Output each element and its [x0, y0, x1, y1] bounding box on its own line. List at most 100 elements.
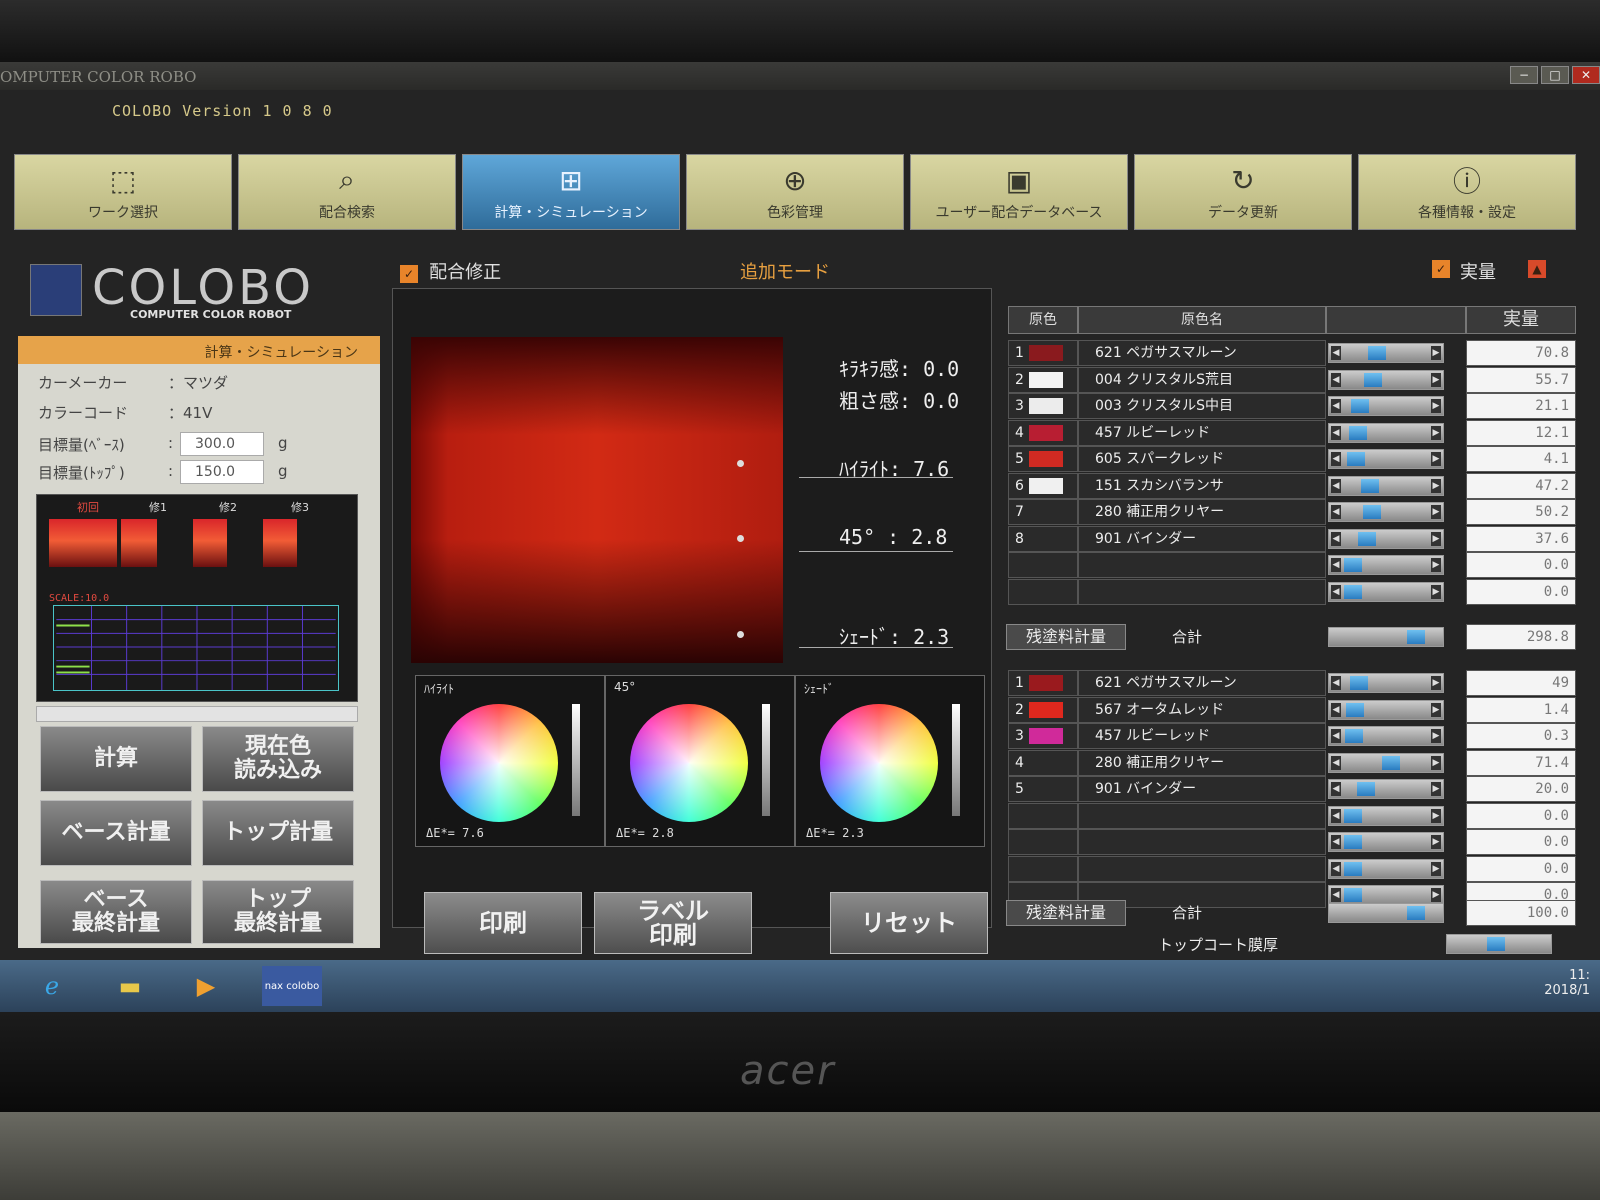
table-row[interactable]: ◀ ▶ 0.0: [1008, 829, 1576, 855]
slider-thumb[interactable]: [1344, 584, 1363, 599]
table-row[interactable]: 7 280 補正用クリヤー ◀ ▶ 50.2: [1008, 499, 1576, 525]
slider-left-arrow[interactable]: ◀: [1331, 558, 1341, 572]
slider-right-arrow[interactable]: ▶: [1431, 729, 1441, 743]
print-button[interactable]: 印刷: [424, 892, 582, 954]
top-final-weigh-button[interactable]: トップ 最終計量: [202, 880, 354, 944]
slider-right-arrow[interactable]: ▶: [1431, 505, 1441, 519]
amount-slider[interactable]: ◀ ▶: [1328, 699, 1444, 720]
remaining-paint-weigh-button[interactable]: 残塗料計量: [1006, 624, 1126, 650]
slider-left-arrow[interactable]: ◀: [1331, 702, 1341, 717]
close-button[interactable]: ✕: [1572, 66, 1600, 84]
folder-icon[interactable]: ▬: [110, 966, 150, 1006]
topcoat-thickness-slider[interactable]: [1446, 934, 1552, 954]
top-weigh-button[interactable]: トップ計量: [202, 800, 354, 866]
table-row[interactable]: 3 457 ルビーレッド ◀ ▶ 0.3: [1008, 723, 1576, 749]
slider-right-arrow[interactable]: ▶: [1431, 755, 1441, 770]
table-row[interactable]: 8 901 バインダー ◀ ▶ 37.6: [1008, 525, 1576, 552]
slider-right-arrow[interactable]: ▶: [1431, 782, 1441, 796]
slider-left-arrow[interactable]: ◀: [1331, 808, 1341, 823]
slider-right-arrow[interactable]: ▶: [1431, 346, 1441, 360]
amount-slider[interactable]: ◀ ▶: [1328, 422, 1444, 443]
slider-thumb[interactable]: [1357, 782, 1375, 796]
slider-right-arrow[interactable]: ▶: [1431, 702, 1441, 717]
table-row[interactable]: ◀ ▶ 0.0: [1008, 855, 1576, 882]
amount-slider[interactable]: ◀ ▶: [1328, 475, 1444, 496]
table-row[interactable]: 4 280 補正用クリヤー ◀ ▶ 71.4: [1008, 749, 1576, 776]
slider-thumb[interactable]: [1407, 630, 1425, 644]
slider-left-arrow[interactable]: ◀: [1331, 584, 1341, 599]
amount-slider[interactable]: ◀ ▶: [1328, 343, 1444, 363]
nav-button[interactable]: ⊕ 色彩管理: [686, 154, 904, 230]
slider-thumb[interactable]: [1362, 505, 1381, 519]
slider-right-arrow[interactable]: ▶: [1431, 676, 1441, 690]
read-current-color-button[interactable]: 現在色 読み込み: [202, 726, 354, 792]
slider-thumb[interactable]: [1348, 425, 1367, 440]
slider-right-arrow[interactable]: ▶: [1431, 835, 1441, 849]
table-row[interactable]: 2 567 オータムレッド ◀ ▶ 1.4: [1008, 696, 1576, 723]
slider-thumb[interactable]: [1344, 888, 1363, 902]
slider-thumb[interactable]: [1345, 729, 1364, 743]
slider-left-arrow[interactable]: ◀: [1331, 676, 1341, 690]
formula-fix-checkbox[interactable]: ✓: [400, 265, 418, 283]
table-row[interactable]: 2 004 クリスタルS荒目 ◀ ▶ 55.7: [1008, 366, 1576, 393]
amount-slider[interactable]: ◀ ▶: [1328, 858, 1444, 879]
table-row[interactable]: 1 621 ペガサスマルーン ◀ ▶ 70.8: [1008, 340, 1576, 366]
calculate-button[interactable]: 計算: [40, 726, 192, 792]
amount-slider[interactable]: ◀ ▶: [1328, 369, 1444, 390]
slider-thumb[interactable]: [1344, 808, 1363, 823]
amount-slider[interactable]: ◀ ▶: [1328, 726, 1444, 746]
table-row[interactable]: ◀ ▶ 0.0: [1008, 552, 1576, 578]
reset-button[interactable]: リセット: [830, 892, 988, 954]
amount-slider[interactable]: ◀ ▶: [1328, 396, 1444, 416]
table-row[interactable]: ◀ ▶ 0.0: [1008, 802, 1576, 829]
slider-left-arrow[interactable]: ◀: [1331, 452, 1341, 466]
target-top-input[interactable]: 150.0: [180, 460, 264, 484]
slider-thumb[interactable]: [1344, 558, 1363, 572]
slider-thumb[interactable]: [1351, 399, 1370, 413]
slider-left-arrow[interactable]: ◀: [1331, 399, 1341, 413]
media-player-icon[interactable]: ▶: [186, 966, 226, 1006]
amount-slider[interactable]: ◀ ▶: [1328, 752, 1444, 773]
table-row[interactable]: 5 605 スパークレッド ◀ ▶ 4.1: [1008, 446, 1576, 472]
slider-left-arrow[interactable]: ◀: [1331, 346, 1341, 360]
slider-thumb[interactable]: [1361, 478, 1380, 493]
slider-thumb[interactable]: [1345, 702, 1364, 717]
slider-thumb[interactable]: [1350, 676, 1368, 690]
slider-right-arrow[interactable]: ▶: [1431, 861, 1441, 876]
slider-left-arrow[interactable]: ◀: [1331, 861, 1341, 876]
remaining-paint-weigh-button[interactable]: 残塗料計量: [1006, 900, 1126, 926]
slider-thumb[interactable]: [1344, 835, 1363, 849]
base-weigh-button[interactable]: ベース計量: [40, 800, 192, 866]
slider-right-arrow[interactable]: ▶: [1431, 808, 1441, 823]
maximize-button[interactable]: □: [1541, 66, 1569, 84]
slider-left-arrow[interactable]: ◀: [1331, 835, 1341, 849]
amount-slider[interactable]: ◀ ▶: [1328, 555, 1444, 575]
slider-thumb[interactable]: [1364, 372, 1382, 387]
label-print-button[interactable]: ラベル 印刷: [594, 892, 752, 954]
amount-slider[interactable]: ◀ ▶: [1328, 885, 1444, 905]
table-row[interactable]: 3 003 クリスタルS中目 ◀ ▶ 21.1: [1008, 393, 1576, 419]
amount-slider[interactable]: ◀ ▶: [1328, 449, 1444, 469]
nav-button[interactable]: ↻ データ更新: [1134, 154, 1352, 230]
slider-right-arrow[interactable]: ▶: [1431, 399, 1441, 413]
table-row[interactable]: 6 151 スカシバランサ ◀ ▶ 47.2: [1008, 472, 1576, 499]
slider-thumb[interactable]: [1487, 937, 1505, 951]
table-row[interactable]: 4 457 ルビーレッド ◀ ▶ 12.1: [1008, 419, 1576, 446]
slider-thumb[interactable]: [1358, 531, 1377, 546]
slider-right-arrow[interactable]: ▶: [1431, 452, 1441, 466]
slider-left-arrow[interactable]: ◀: [1331, 478, 1341, 493]
table-row[interactable]: 5 901 バインダー ◀ ▶ 20.0: [1008, 776, 1576, 802]
slider-left-arrow[interactable]: ◀: [1331, 425, 1341, 440]
nav-button[interactable]: ⓘ 各種情報・設定: [1358, 154, 1576, 230]
actual-checkbox[interactable]: ✓: [1432, 260, 1450, 278]
slider-right-arrow[interactable]: ▶: [1431, 531, 1441, 546]
slider-left-arrow[interactable]: ◀: [1331, 372, 1341, 387]
slider-left-arrow[interactable]: ◀: [1331, 782, 1341, 796]
swatch-scrollbar[interactable]: [36, 706, 358, 722]
amount-slider[interactable]: ◀ ▶: [1328, 832, 1444, 852]
table-row[interactable]: 1 621 ペガサスマルーン ◀ ▶ 49: [1008, 670, 1576, 696]
slider-thumb[interactable]: [1344, 861, 1363, 876]
slider-thumb[interactable]: [1346, 452, 1365, 466]
slider-left-arrow[interactable]: ◀: [1331, 531, 1341, 546]
slider-right-arrow[interactable]: ▶: [1431, 558, 1441, 572]
